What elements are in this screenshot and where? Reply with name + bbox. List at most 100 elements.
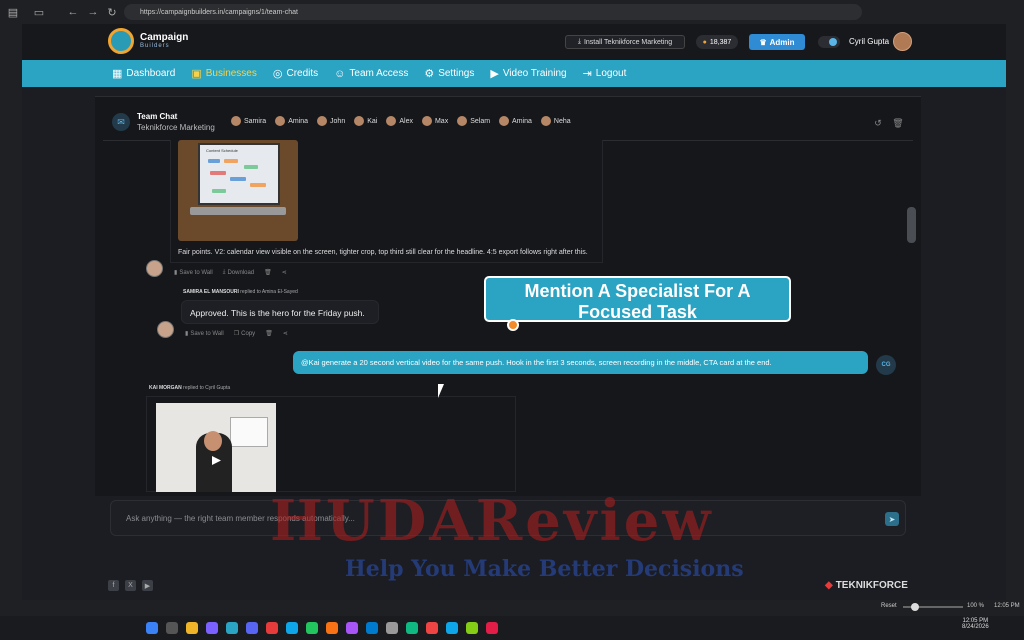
- credits-badge[interactable]: ● 18,387: [696, 35, 738, 49]
- share-button[interactable]: ⋖: [282, 269, 287, 276]
- taskbar-app-icon[interactable]: [246, 622, 258, 634]
- refresh-icon[interactable]: ↺: [872, 117, 884, 129]
- folder-icon[interactable]: [186, 622, 198, 634]
- member-chip[interactable]: Amina: [499, 116, 532, 126]
- download-button[interactable]: ⤓ Download: [223, 269, 254, 276]
- taskbar-app-icon[interactable]: [166, 622, 178, 634]
- install-label: Install Teknikforce Marketing: [583, 38, 673, 46]
- taskbar-app-icon[interactable]: [346, 622, 358, 634]
- member-chip[interactable]: Samira: [231, 116, 266, 126]
- save-to-wall-button[interactable]: ▮ Save to Wall: [185, 330, 224, 338]
- moon-icon: [829, 38, 837, 46]
- reply-header: KAI MORGAN replied to Cyril Gupta: [149, 385, 230, 391]
- nav-credits[interactable]: ◎ Credits: [273, 67, 318, 80]
- taskbar-app-icon[interactable]: [426, 622, 438, 634]
- send-button[interactable]: ➤: [885, 512, 899, 526]
- user-initials-avatar: CG: [876, 355, 896, 375]
- taskbar-app-icon[interactable]: [386, 622, 398, 634]
- nav-businesses[interactable]: ▣ Businesses: [191, 67, 257, 80]
- member-chip[interactable]: Max: [421, 116, 448, 126]
- member-chip[interactable]: Selam: [457, 116, 490, 126]
- copy-button[interactable]: ❐ Copy: [233, 330, 255, 338]
- url-text: https://campaignbuilders.in/campaigns/1/…: [140, 8, 298, 16]
- chat-scrollbar[interactable]: [907, 207, 916, 243]
- trash-icon[interactable]: 🗑: [892, 117, 904, 129]
- forward-icon[interactable]: →: [86, 5, 100, 19]
- clock[interactable]: 12:05 PM 8/24/2026: [962, 618, 989, 630]
- zoom-reset-button[interactable]: Reset: [881, 603, 897, 609]
- reply-header: SAMIRA EL MANSOURI replied to Amina El-S…: [183, 289, 298, 295]
- back-icon[interactable]: ←: [66, 5, 80, 19]
- message-text: @Kai generate a 20 second vertical video…: [301, 358, 772, 367]
- facebook-icon[interactable]: f: [108, 580, 119, 591]
- user-name[interactable]: Cyril Gupta: [849, 37, 889, 46]
- browser-left-rail: [0, 24, 22, 600]
- laptop-base: [190, 207, 286, 215]
- avatar[interactable]: [893, 32, 912, 51]
- avatar: [275, 116, 286, 126]
- reload-icon[interactable]: ↻: [105, 5, 119, 19]
- share-icon: ⋖: [282, 331, 288, 337]
- admin-label: Admin: [769, 37, 795, 47]
- member-chip[interactable]: Alex: [386, 116, 413, 126]
- nav-team-access[interactable]: ☺ Team Access: [334, 68, 408, 80]
- bookmark-icon: ▮: [174, 270, 178, 276]
- nav-label: Dashboard: [126, 68, 176, 79]
- nav-logout[interactable]: ⇥ Logout: [583, 67, 627, 80]
- member-chip[interactable]: Kai: [354, 116, 377, 126]
- vscode-icon[interactable]: [366, 622, 378, 634]
- nav-video-training[interactable]: ▶ Video Training: [490, 67, 566, 80]
- logo-icon[interactable]: [108, 28, 134, 54]
- logo[interactable]: Campaign Builders: [140, 33, 188, 51]
- chrome-icon[interactable]: [306, 622, 318, 634]
- clock-date: 8/24/2026: [962, 624, 989, 630]
- member-name: Samira: [244, 117, 267, 125]
- member-list: Samira Amina John Kai Alex Max Selam Ami…: [231, 116, 571, 126]
- taskbar-app-icon[interactable]: [226, 622, 238, 634]
- message-bubble: Approved. This is the hero for the Frida…: [181, 300, 379, 324]
- taskbar-app-icon[interactable]: [206, 622, 218, 634]
- copy-icon: ❐: [233, 331, 240, 337]
- reply-target: replied to Amina El-Sayed: [240, 289, 298, 295]
- x-icon[interactable]: X: [125, 580, 136, 591]
- admin-button[interactable]: ♛ Admin: [749, 34, 805, 50]
- taskbar-app-icon[interactable]: [266, 622, 278, 634]
- member-chip[interactable]: Amina: [275, 116, 308, 126]
- save-to-wall-button[interactable]: ▮ Save to Wall: [174, 269, 213, 277]
- start-icon[interactable]: [146, 622, 158, 634]
- delete-button[interactable]: 🗑: [265, 330, 273, 337]
- member-chip[interactable]: John: [317, 116, 345, 126]
- zoom-handle[interactable]: [911, 603, 919, 611]
- firefox-icon[interactable]: [326, 622, 338, 634]
- content-schedule-image[interactable]: Content Schedule: [178, 140, 298, 241]
- video-thumbnail[interactable]: [156, 403, 276, 492]
- address-bar[interactable]: https://campaignbuilders.in/campaigns/1/…: [124, 4, 862, 20]
- calendar-block: [212, 189, 226, 193]
- logout-icon: ⇥: [582, 68, 592, 80]
- telegram-icon[interactable]: [446, 622, 458, 634]
- share-icon: ⋖: [281, 270, 287, 276]
- browser-menu-icon[interactable]: ▤: [6, 5, 20, 19]
- nav-dashboard[interactable]: ▦ Dashboard: [112, 67, 175, 80]
- youtube-icon[interactable]: ▶: [142, 580, 153, 591]
- theme-toggle[interactable]: [818, 36, 840, 48]
- sidebar-toggle-icon[interactable]: ▭: [32, 5, 46, 19]
- taskbar-app-icon[interactable]: [466, 622, 478, 634]
- delete-button[interactable]: 🗑: [264, 269, 272, 276]
- member-name: Amina: [512, 117, 532, 125]
- download-icon: ⤓: [577, 38, 581, 45]
- avatar: [540, 116, 551, 126]
- taskbar-app-icon[interactable]: [486, 622, 498, 634]
- share-button[interactable]: ⋖: [283, 330, 288, 337]
- avatar: [421, 116, 432, 126]
- install-button[interactable]: ⤓ Install Teknikforce Marketing: [565, 35, 685, 49]
- edge-icon[interactable]: [286, 622, 298, 634]
- calendar-block: [210, 171, 226, 175]
- nav-label: Team Access: [349, 68, 409, 79]
- brand-icon: ◆: [825, 580, 833, 591]
- calendar-block: [244, 165, 258, 169]
- zoom-slider[interactable]: [903, 603, 963, 611]
- member-chip[interactable]: Neha: [540, 116, 571, 126]
- nav-settings[interactable]: ⚙ Settings: [424, 67, 474, 80]
- taskbar-app-icon[interactable]: [406, 622, 418, 634]
